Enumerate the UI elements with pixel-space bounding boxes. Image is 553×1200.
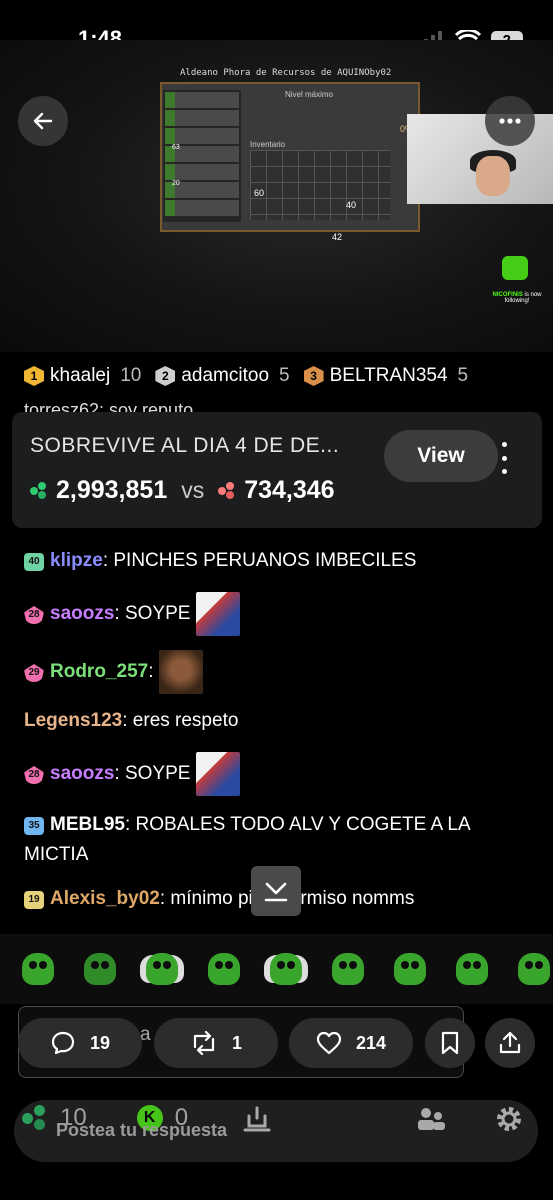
reply-placeholder: Postea tu respuesta [56, 1120, 228, 1140]
headphones-pepe-emote-icon[interactable] [270, 953, 302, 985]
pepe-emote-icon[interactable] [22, 953, 54, 985]
leaderboard-entry[interactable]: 3 BELTRAN354 5 [303, 365, 469, 387]
users-icon[interactable] [416, 1104, 446, 1134]
chat-message: 28 saoozs: SOYPE [24, 592, 513, 636]
chat-text: SOYPE [124, 763, 191, 785]
game-grid-count: 40 [346, 200, 357, 210]
streamer-face [476, 156, 510, 196]
game-grid-count: 60 [254, 188, 265, 198]
back-button[interactable] [18, 96, 68, 146]
scroll-to-bottom-button[interactable] [251, 866, 301, 916]
rank-badge: 2 [155, 366, 176, 386]
smug-pepe-emote-icon[interactable] [208, 953, 240, 985]
chat-username[interactable]: Rodro_257 [50, 661, 148, 682]
prediction-menu-icon[interactable] [494, 442, 514, 474]
level-badge: 29 [24, 664, 44, 683]
gifter-leaderboard: 1 khaalej 10 2 adamcitoo 5 3 BELTRAN354 … [0, 356, 553, 396]
chat-username[interactable]: Alexis_by02 [50, 888, 160, 909]
emote-picker-bar [0, 934, 553, 1004]
status-bar: 1:48 2 [0, 0, 553, 51]
comment-icon [51, 1031, 75, 1055]
timer-icon[interactable] [242, 1104, 272, 1134]
leaderboard-count: 10 [120, 365, 142, 386]
game-inventory-label: Inventario [250, 140, 286, 149]
chat-username[interactable]: klipze [50, 550, 103, 571]
reply-count-button[interactable]: 19 [18, 1018, 142, 1068]
game-slot-count: 20 [172, 180, 180, 187]
pepe-emote-icon[interactable] [456, 953, 488, 985]
captain-emote [195, 752, 240, 796]
prediction-stats: 2,993,851 vs 734,346 [30, 476, 335, 505]
happy-pepe-emote-icon[interactable] [332, 953, 364, 985]
game-grid-count: 42 [332, 232, 343, 242]
leaderboard-name: khaalej [50, 365, 111, 386]
rank-badge: 3 [303, 366, 324, 386]
pepe-emote-icon[interactable] [518, 953, 550, 985]
repost-icon [193, 1031, 215, 1055]
prediction-card[interactable]: SOBREVIVE AL DIA 4 DE DE... 2,993,851 vs… [12, 412, 542, 528]
headphones-pepe-emote-icon[interactable] [146, 953, 178, 985]
bookmark-button[interactable] [425, 1018, 475, 1068]
red-dots-icon [218, 481, 236, 500]
arrow-left-icon [33, 112, 53, 130]
level-badge: 19 [24, 891, 44, 909]
share-icon [499, 1031, 521, 1054]
ellipsis-icon [499, 118, 521, 124]
game-slot-count: 63 [172, 144, 180, 151]
leaderboard-count: 5 [457, 365, 469, 386]
chat-text: SOYPE [124, 603, 191, 625]
chat-message: 28 saoozs: SOYPE [24, 752, 513, 796]
versus-label: vs [181, 477, 205, 503]
share-button[interactable] [485, 1018, 535, 1068]
prediction-title: SOBREVIVE AL DIA 4 DE DE... [30, 434, 340, 457]
like-count: 214 [355, 1032, 387, 1053]
red-total: 734,346 [244, 476, 335, 504]
laughing-emote [158, 650, 203, 694]
arrow-down-to-line-icon [264, 882, 288, 902]
level-badge: 28 [24, 766, 44, 785]
leaderboard-entry[interactable]: 2 adamcitoo 5 [155, 365, 290, 387]
reply-count: 19 [89, 1032, 111, 1053]
game-level-label: Nivel máximo [285, 90, 334, 99]
chat-message: Legens123: eres respeto [24, 710, 239, 731]
level-badge: 28 [24, 606, 44, 625]
heart-icon [316, 1031, 342, 1055]
bookmark-icon [441, 1031, 459, 1055]
level-badge: 40 [24, 553, 44, 571]
game-trade-list [163, 90, 241, 222]
leaderboard-count: 5 [279, 365, 290, 386]
chat-username[interactable]: saoozs [50, 603, 114, 624]
chat-username[interactable]: Legens123 [24, 710, 122, 731]
repost-button[interactable]: 1 [154, 1018, 278, 1068]
repost-count: 1 [231, 1032, 242, 1053]
green-dots-icon [22, 1105, 48, 1131]
like-button[interactable]: 214 [289, 1018, 413, 1068]
captain-emote [195, 592, 240, 636]
chat-message: 40 klipze: PINCHES PERUANOS IMBECILES [24, 546, 513, 576]
chat-username[interactable]: saoozs [50, 763, 114, 784]
leaderboard-entry[interactable]: 1 khaalej 10 [24, 365, 141, 387]
angry-pepe-emote-icon[interactable] [84, 953, 116, 985]
follow-bot-icon [502, 256, 528, 280]
more-options-button[interactable] [485, 96, 535, 146]
chat-text: PINCHES PERUANOS IMBECILES [113, 550, 417, 571]
follow-notice: NICOFINIS is now following! [486, 292, 548, 304]
chat-text: eres respeto [132, 710, 239, 731]
leaderboard-name: adamcitoo [181, 365, 270, 386]
green-dots-icon [30, 481, 48, 500]
chat-message: 35 MEBL95: ROBALES TODO ALV Y COGETE A LA… [24, 814, 470, 865]
smile-pepe-emote-icon[interactable] [394, 953, 426, 985]
leaderboard-name: BELTRAN354 [329, 365, 448, 386]
game-window-title: Aldeano Phora de Recursos de AQUINOby02 [180, 68, 392, 78]
view-prediction-button[interactable]: View [384, 430, 498, 482]
green-total: 2,993,851 [56, 476, 168, 504]
gear-icon[interactable] [494, 1104, 524, 1134]
level-badge: 35 [24, 817, 44, 835]
rank-badge: 1 [24, 366, 44, 386]
game-inventory-grid [250, 150, 390, 220]
chat-username[interactable]: MEBL95 [50, 814, 125, 835]
chat-message: 29 Rodro_257: [24, 650, 513, 694]
